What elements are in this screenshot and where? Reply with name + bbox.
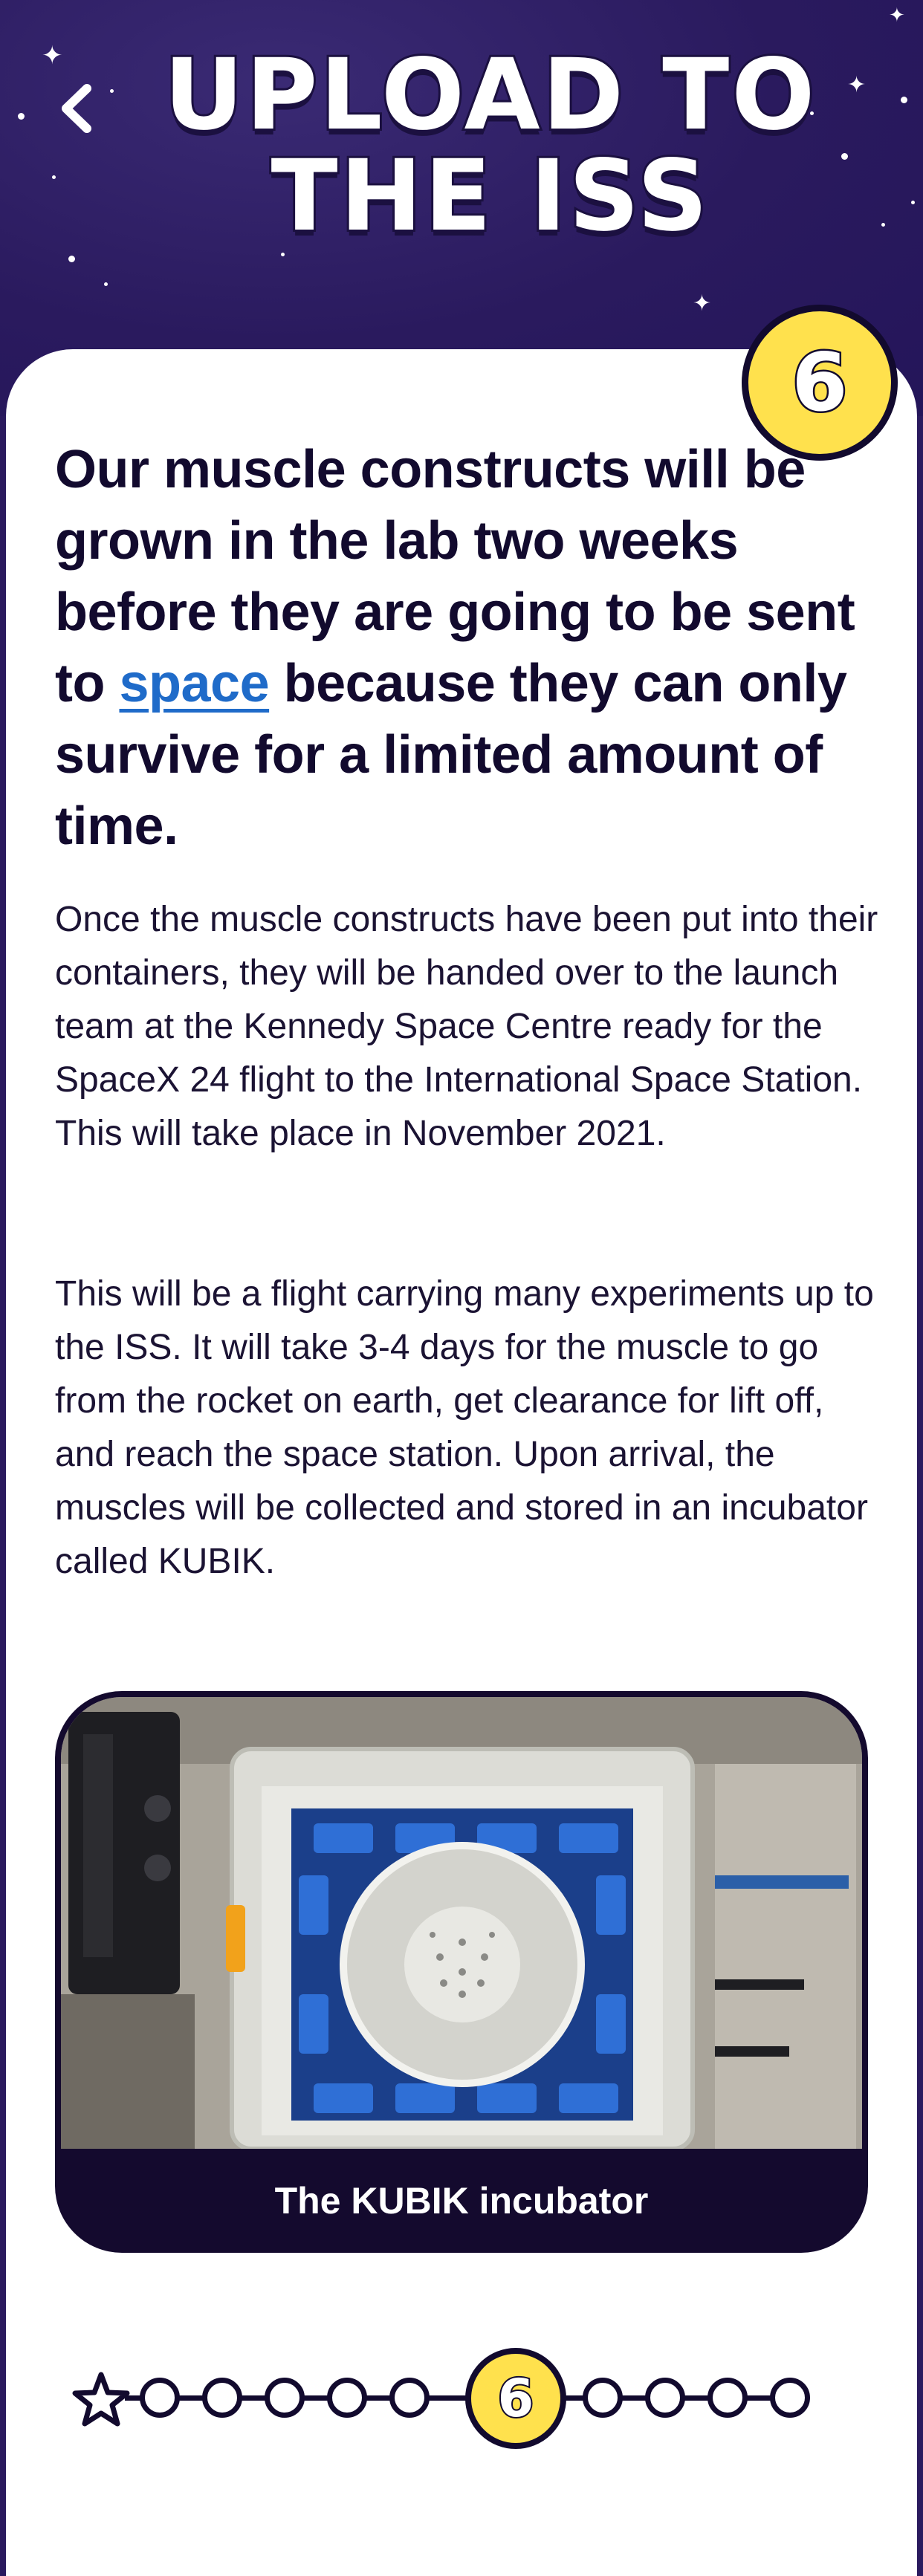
star-dot bbox=[104, 282, 108, 286]
star-decoration-icon: ✦ bbox=[42, 41, 63, 71]
space-link[interactable]: space bbox=[119, 654, 269, 713]
star-dot bbox=[110, 89, 114, 93]
star-dot bbox=[68, 256, 75, 262]
progress-current-number: 6 bbox=[496, 2366, 536, 2430]
body-paragraph-2: This will be a flight carrying many expe… bbox=[55, 1274, 874, 1581]
progress-step-dot[interactable] bbox=[202, 2378, 242, 2418]
kubik-incubator-image bbox=[61, 1697, 862, 2149]
progress-step-dot[interactable] bbox=[770, 2378, 810, 2418]
star-dot bbox=[881, 223, 885, 227]
star-icon[interactable] bbox=[71, 2370, 131, 2430]
star-dot bbox=[841, 153, 848, 160]
progress-step-dot[interactable] bbox=[327, 2378, 367, 2418]
progress-indicator: 6 bbox=[71, 2342, 829, 2453]
star-dot bbox=[18, 113, 25, 120]
star-dot bbox=[901, 97, 907, 103]
kubik-figure: The KUBIK incubator bbox=[55, 1691, 868, 2253]
back-button[interactable] bbox=[54, 80, 98, 137]
progress-current-step[interactable]: 6 bbox=[465, 2348, 566, 2449]
star-decoration-icon: ✦ bbox=[693, 291, 712, 317]
progress-step-dot[interactable] bbox=[140, 2378, 180, 2418]
star-decoration-icon: ✦ bbox=[889, 4, 905, 27]
star-dot bbox=[52, 175, 56, 179]
kubik-incubator-illustration bbox=[61, 1697, 862, 2149]
progress-step-dot[interactable] bbox=[389, 2378, 430, 2418]
progress-step-dot[interactable] bbox=[265, 2378, 305, 2418]
figure-caption: The KUBIK incubator bbox=[274, 2180, 649, 2222]
step-number-badge: 6 bbox=[742, 305, 898, 461]
page-title: Upload to the ISS bbox=[162, 38, 817, 253]
lead-paragraph: Our muscle constructs will be grown in t… bbox=[55, 434, 872, 862]
body-paragraph-1: Once the muscle constructs have been put… bbox=[55, 900, 878, 1153]
progress-step-dot[interactable] bbox=[645, 2378, 685, 2418]
progress-step-dot[interactable] bbox=[583, 2378, 623, 2418]
progress-step-dot[interactable] bbox=[707, 2378, 748, 2418]
star-decoration-icon: ✦ bbox=[847, 72, 867, 98]
chevron-left-icon bbox=[62, 84, 91, 133]
step-number: 6 bbox=[790, 334, 849, 431]
star-dot bbox=[911, 201, 915, 204]
